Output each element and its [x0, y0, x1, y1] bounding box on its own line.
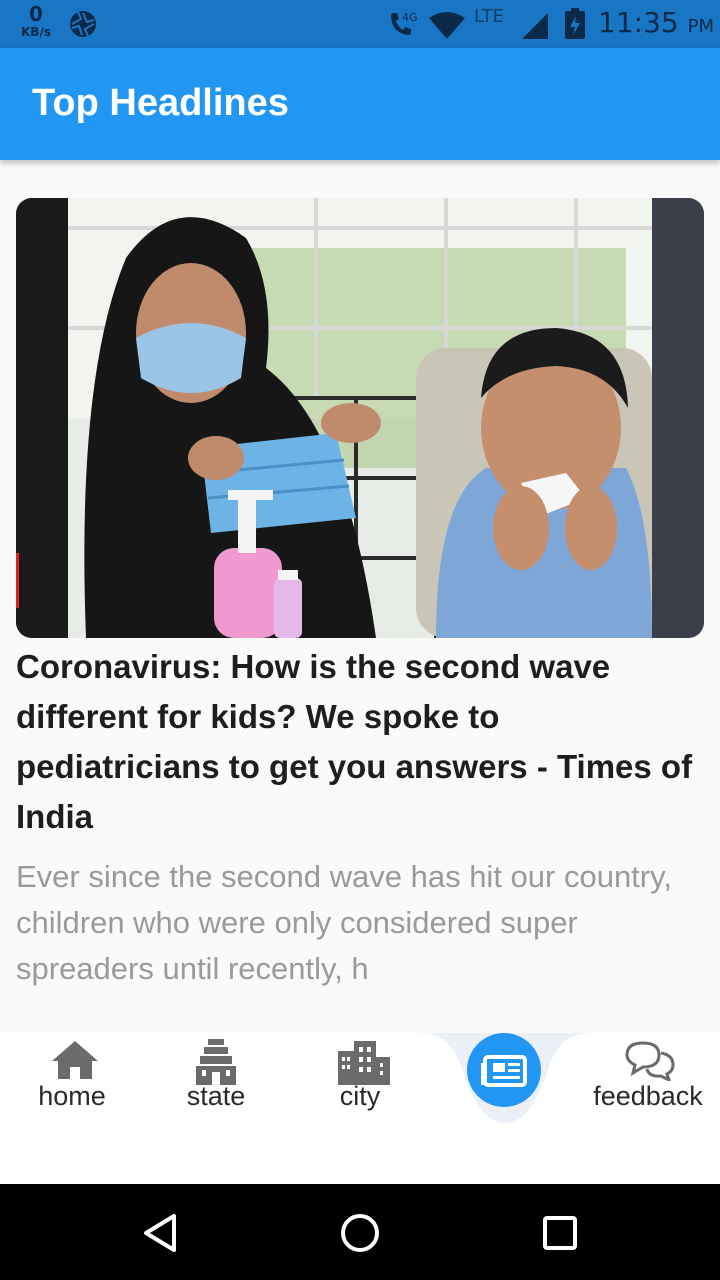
- wifi-icon: [429, 12, 465, 39]
- bottom-navigation: home state city feedback: [0, 1033, 720, 1183]
- temple-icon: [196, 1039, 236, 1085]
- clock-time: 11:35: [598, 6, 679, 39]
- network-type-label: 4G: [402, 11, 418, 24]
- back-icon[interactable]: [136, 1208, 186, 1258]
- system-navigation-bar: [0, 1184, 720, 1280]
- nav-home[interactable]: home: [20, 1033, 124, 1123]
- nav-state-label: state: [186, 1081, 246, 1111]
- network-speed: 0 KB/s: [16, 4, 56, 38]
- battery-charging-icon: [565, 8, 585, 39]
- lte-label: LTE: [474, 6, 504, 27]
- newspaper-icon: [481, 1055, 527, 1087]
- nav-top-headlines[interactable]: [467, 1033, 541, 1107]
- article-description: Ever since the second wave has hit our c…: [16, 859, 672, 986]
- nav-feedback-label: feedback: [593, 1081, 703, 1111]
- nav-home-label: home: [38, 1081, 106, 1111]
- recents-icon[interactable]: [535, 1208, 585, 1258]
- home-icon: [52, 1041, 98, 1079]
- app-bar: Top Headlines: [0, 48, 720, 160]
- aperture-icon: [70, 11, 96, 37]
- nav-feedback[interactable]: feedback: [588, 1033, 708, 1123]
- nav-city[interactable]: city: [316, 1033, 404, 1123]
- nav-city-label: city: [339, 1081, 381, 1111]
- chat-bubbles-icon: [625, 1041, 675, 1081]
- article-headline[interactable]: Coronavirus: How is the second wave diff…: [16, 642, 696, 842]
- home-circle-icon[interactable]: [335, 1208, 385, 1258]
- call-4g-icon: 4G: [391, 11, 418, 35]
- article-image[interactable]: [16, 198, 704, 638]
- status-bar: 0 KB/s 4G LTE 11:35 PM: [0, 0, 720, 48]
- signal-icon: [522, 13, 548, 39]
- clock: 11:35 PM: [598, 6, 714, 39]
- city-icon: [338, 1041, 390, 1085]
- network-speed-unit: KB/s: [21, 25, 51, 39]
- nav-state[interactable]: state: [168, 1033, 264, 1123]
- network-speed-value: 0: [29, 2, 43, 26]
- page-title: Top Headlines: [32, 82, 289, 124]
- clock-ampm: PM: [687, 16, 714, 37]
- news-photo: [16, 198, 704, 638]
